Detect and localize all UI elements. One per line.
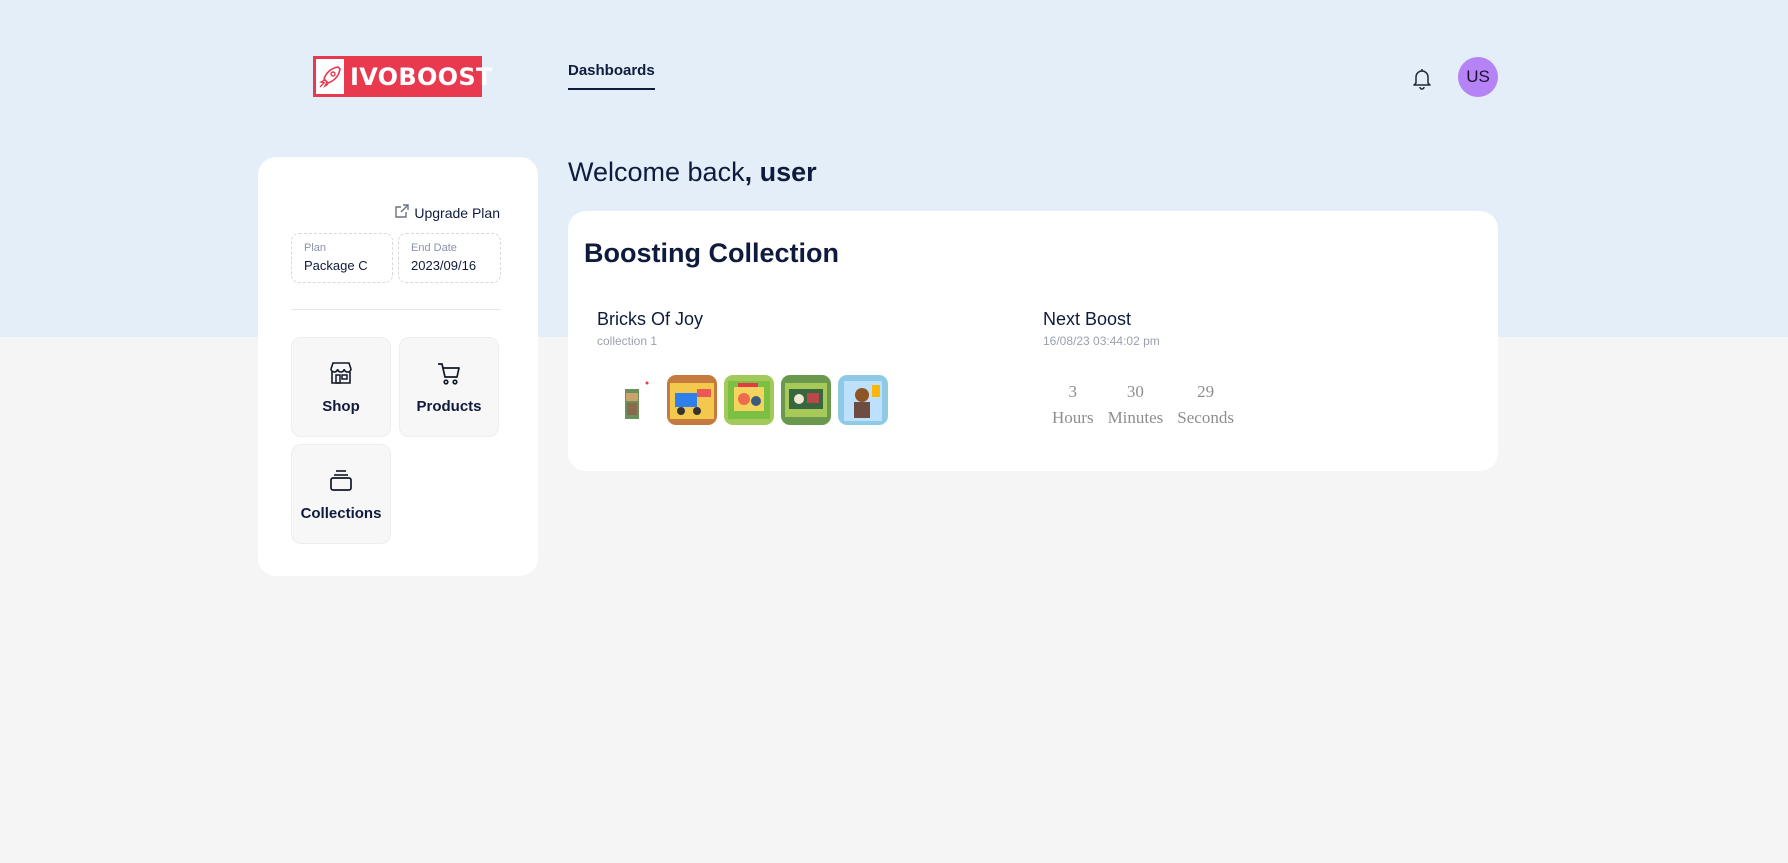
end-date-label: End Date — [411, 242, 457, 254]
welcome-user: , user — [744, 157, 817, 187]
countdown-seconds-label: Seconds — [1177, 408, 1234, 427]
product-thumbnail[interactable] — [838, 375, 888, 425]
rocket-icon — [314, 57, 346, 96]
shop-tile[interactable]: Shop — [291, 337, 391, 437]
nav-tab-dashboards[interactable]: Dashboards — [568, 62, 655, 90]
collections-tile[interactable]: Collections — [291, 444, 391, 544]
sidebar-divider — [291, 309, 501, 310]
products-tile-label: Products — [416, 398, 482, 415]
countdown-seconds-value: 29 — [1197, 382, 1215, 401]
external-link-icon — [395, 204, 410, 221]
next-boost-title: Next Boost — [1043, 309, 1132, 329]
product-thumbnails — [610, 375, 888, 425]
collection-subtitle: collection 1 — [597, 334, 658, 348]
plan-info-box: Plan Package C — [291, 233, 393, 283]
welcome-prefix: Welcome back — [568, 157, 745, 187]
countdown-minutes: 30 Minutes — [1108, 382, 1164, 428]
products-tile[interactable]: Products — [399, 337, 499, 437]
product-thumbnail[interactable] — [667, 375, 717, 425]
product-thumbnail[interactable] — [781, 375, 831, 425]
shop-icon — [327, 359, 355, 392]
product-thumbnail[interactable] — [610, 375, 660, 425]
boosting-collection-card: Boosting Collection Bricks Of Joy collec… — [568, 211, 1498, 471]
collections-tile-label: Collections — [300, 505, 382, 522]
boost-countdown: 3 Hours 30 Minutes 29 Seconds — [1052, 382, 1234, 428]
end-date-value: 2023/09/16 — [411, 258, 477, 273]
cart-icon — [435, 359, 463, 392]
brand-logo[interactable]: IVOBOOST — [313, 56, 492, 97]
countdown-hours-label: Hours — [1052, 408, 1094, 427]
user-avatar[interactable]: US — [1458, 57, 1498, 97]
welcome-heading: Welcome back, user — [568, 157, 817, 188]
countdown-minutes-value: 30 — [1126, 382, 1144, 401]
brand-logo-text: IVOBOOST — [350, 62, 493, 91]
countdown-hours-value: 3 — [1068, 382, 1078, 401]
sidebar-card: Upgrade Plan Plan Package C End Date 202… — [258, 157, 538, 576]
countdown-hours: 3 Hours — [1052, 382, 1094, 428]
next-boost-date: 16/08/23 03:44:02 pm — [1043, 334, 1160, 348]
end-date-info-box: End Date 2023/09/16 — [398, 233, 501, 283]
collection-name[interactable]: Bricks Of Joy — [597, 309, 703, 330]
upgrade-plan-link[interactable]: Upgrade Plan — [395, 204, 500, 221]
plan-label: Plan — [304, 242, 327, 254]
notification-bell-icon[interactable] — [1410, 66, 1434, 90]
boosting-collection-title: Boosting Collection — [584, 238, 839, 268]
shop-tile-label: Shop — [322, 398, 360, 415]
countdown-seconds: 29 Seconds — [1177, 382, 1234, 428]
collections-icon — [327, 466, 355, 499]
plan-value: Package C — [304, 258, 368, 273]
upgrade-plan-label: Upgrade Plan — [414, 204, 500, 221]
countdown-minutes-label: Minutes — [1107, 408, 1164, 427]
product-thumbnail[interactable] — [724, 375, 774, 425]
